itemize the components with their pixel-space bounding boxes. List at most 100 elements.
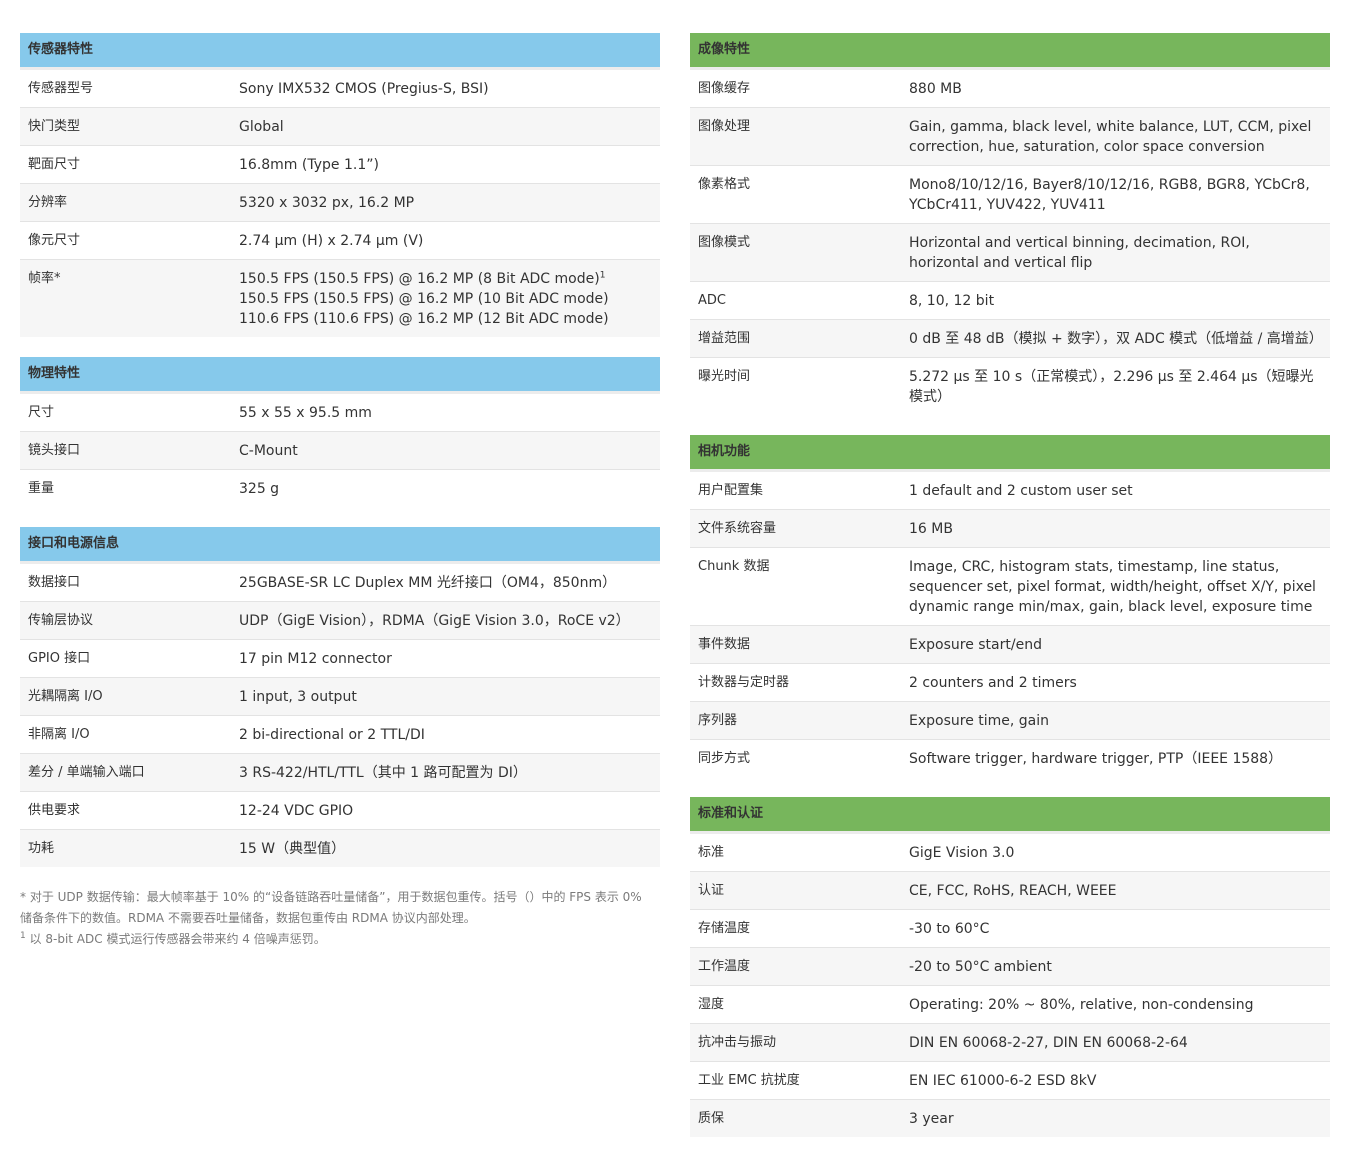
spec-row: 同步方式 Software trigger, hardware trigger, … bbox=[690, 740, 1330, 777]
spec-row: 文件系统容量 16 MB bbox=[690, 510, 1330, 548]
spec-label: 快门类型 bbox=[28, 119, 81, 134]
section-physical: 物理特性 尺寸 55 x 55 x 95.5 mm 镜头接口 C-Mount 重量 3… bbox=[20, 357, 660, 507]
spec-row-framerate: 帧率* 150.5 FPS (150.5 FPS) @ 16.2 MP (8 B… bbox=[20, 260, 660, 337]
spec-label: 光耦隔离 I/O bbox=[28, 689, 103, 704]
spec-label: 数据接口 bbox=[28, 575, 81, 590]
spec-value: 16.8mm (Type 1.1”) bbox=[239, 157, 379, 173]
spec-label: 镜头接口 bbox=[28, 443, 81, 458]
spec-label: 尺寸 bbox=[28, 405, 55, 420]
section-title: 成像特性 bbox=[690, 33, 1330, 70]
spec-value: 16 MB bbox=[909, 521, 953, 537]
spec-label: 质保 bbox=[698, 1111, 725, 1126]
spec-row: 标准 GigE Vision 3.0 bbox=[690, 834, 1330, 872]
spec-row: 计数器与定时器 2 counters and 2 timers bbox=[690, 664, 1330, 702]
spec-row: 传输层协议 UDP（GigE Vision），RDMA（GigE Vision 3… bbox=[20, 602, 660, 640]
spec-value: Image, CRC, histogram stats, timestamp, … bbox=[909, 559, 1316, 615]
spec-row: 差分 / 单端输入端口 3 RS-422/HTL/TTL（其中 1 路可配置为 D… bbox=[20, 754, 660, 792]
left-column: 传感器特性 传感器型号 Sony IMX532 CMOS (Pregius-S, … bbox=[20, 33, 660, 950]
spec-value: 3 RS-422/HTL/TTL（其中 1 路可配置为 DI） bbox=[239, 765, 527, 781]
section-title: 相机功能 bbox=[690, 435, 1330, 472]
spec-label: GPIO 接口 bbox=[28, 651, 91, 666]
spec-label: 湿度 bbox=[698, 997, 725, 1012]
spec-row: ADC 8, 10, 12 bit bbox=[690, 282, 1330, 320]
spec-label: 图像模式 bbox=[698, 235, 751, 250]
spec-value: 8, 10, 12 bit bbox=[909, 293, 995, 309]
footnote-marker: 1 bbox=[599, 270, 606, 281]
spec-label: 认证 bbox=[698, 883, 725, 898]
spec-row: 快门类型 Global bbox=[20, 108, 660, 146]
spec-row: 像元尺寸 2.74 µm (H) x 2.74 µm (V) bbox=[20, 222, 660, 260]
spec-row: 曝光时间 5.272 µs 至 10 s（正常模式），2.296 µs 至 2.4… bbox=[690, 358, 1330, 415]
spec-label: 帧率* bbox=[28, 271, 61, 286]
spec-row: 功耗 15 W（典型值） bbox=[20, 830, 660, 867]
spec-value: 1 default and 2 custom user set bbox=[909, 483, 1133, 499]
spec-label: 传输层协议 bbox=[28, 613, 94, 628]
spec-label: 文件系统容量 bbox=[698, 521, 777, 536]
spec-value: GigE Vision 3.0 bbox=[909, 845, 1015, 861]
spec-row: 像素格式 Mono8/10/12/16, Bayer8/10/12/16, RGB… bbox=[690, 166, 1330, 224]
spec-row: 质保 3 year bbox=[690, 1100, 1330, 1137]
spec-table: 标准 GigE Vision 3.0 认证 CE, FCC, RoHS, REACH… bbox=[690, 834, 1330, 1137]
spec-label: 重量 bbox=[28, 481, 55, 496]
spec-value: Operating: 20% ~ 80%, relative, non-cond… bbox=[909, 997, 1254, 1013]
spec-value: 25GBASE-SR LC Duplex MM 光纤接口（OM4，850nm） bbox=[239, 575, 617, 591]
spec-value: UDP（GigE Vision），RDMA（GigE Vision 3.0，Ro… bbox=[239, 613, 630, 629]
spec-label: 事件数据 bbox=[698, 637, 751, 652]
footnote-adc-text: 以 8-bit ADC 模式运行传感器会带来约 4 倍噪声惩罚。 bbox=[25, 932, 326, 946]
spec-label: 工业 EMC 抗扰度 bbox=[698, 1073, 800, 1088]
spec-value: 0 dB 至 48 dB（模拟 + 数字），双 ADC 模式（低增益 / 高增益… bbox=[909, 331, 1323, 347]
spec-label: 抗冲击与振动 bbox=[698, 1035, 777, 1050]
spec-row: 抗冲击与振动 DIN EN 60068-2-27, DIN EN 60068-2-… bbox=[690, 1024, 1330, 1062]
spec-label: 分辨率 bbox=[28, 195, 68, 210]
spec-label: ADC bbox=[698, 293, 726, 308]
spec-row: 工作温度 -20 to 50°C ambient bbox=[690, 948, 1330, 986]
spec-value: Exposure time, gain bbox=[909, 713, 1050, 729]
spec-label: 传感器型号 bbox=[28, 81, 94, 96]
framerate-line: 150.5 FPS (150.5 FPS) @ 16.2 MP (8 Bit A… bbox=[239, 269, 650, 289]
spec-label: Chunk 数据 bbox=[698, 559, 770, 574]
spec-row: 序列器 Exposure time, gain bbox=[690, 702, 1330, 740]
spec-value: 325 g bbox=[239, 481, 280, 497]
spec-row: 尺寸 55 x 55 x 95.5 mm bbox=[20, 394, 660, 432]
spec-row: 图像处理 Gain, gamma, black level, white bala… bbox=[690, 108, 1330, 166]
spec-value: 2 counters and 2 timers bbox=[909, 675, 1077, 691]
spec-label: 用户配置集 bbox=[698, 483, 764, 498]
spec-value: Mono8/10/12/16, Bayer8/10/12/16, RGB8, B… bbox=[909, 177, 1310, 213]
spec-value: 150.5 FPS (150.5 FPS) @ 16.2 MP (8 Bit A… bbox=[239, 269, 660, 329]
section-title: 传感器特性 bbox=[20, 33, 660, 70]
spec-row: 事件数据 Exposure start/end bbox=[690, 626, 1330, 664]
spec-label: 差分 / 单端输入端口 bbox=[28, 765, 145, 780]
spec-label: 存储温度 bbox=[698, 921, 751, 936]
spec-value: 12-24 VDC GPIO bbox=[239, 803, 354, 819]
spec-row: 靶面尺寸 16.8mm (Type 1.1”) bbox=[20, 146, 660, 184]
spec-value: -30 to 60°C bbox=[909, 921, 990, 937]
spec-label: 像元尺寸 bbox=[28, 233, 81, 248]
spec-label: 非隔离 I/O bbox=[28, 727, 90, 742]
spec-value: 2 bi-directional or 2 TTL/DI bbox=[239, 727, 425, 743]
spec-row: 工业 EMC 抗扰度 EN IEC 61000-6-2 ESD 8kV bbox=[690, 1062, 1330, 1100]
framerate-line: 150.5 FPS (150.5 FPS) @ 16.2 MP (10 Bit … bbox=[239, 291, 609, 307]
spec-label: 图像处理 bbox=[698, 119, 751, 134]
footnotes: * 对于 UDP 数据传输：最大帧率基于 10% 的“设备链路吞吐量储备”，用于… bbox=[20, 887, 660, 950]
spec-row: 镜头接口 C-Mount bbox=[20, 432, 660, 470]
spec-row: 增益范围 0 dB 至 48 dB（模拟 + 数字），双 ADC 模式（低增益 /… bbox=[690, 320, 1330, 358]
spec-value: EN IEC 61000-6-2 ESD 8kV bbox=[909, 1073, 1097, 1089]
spec-value: 880 MB bbox=[909, 81, 962, 97]
spec-label: 增益范围 bbox=[698, 331, 751, 346]
section-standards: 标准和认证 标准 GigE Vision 3.0 认证 CE, FCC, RoHS,… bbox=[690, 797, 1330, 1137]
spec-row: 存储温度 -30 to 60°C bbox=[690, 910, 1330, 948]
spec-table: 用户配置集 1 default and 2 custom user set 文件系… bbox=[690, 472, 1330, 777]
spec-label: 标准 bbox=[698, 845, 725, 860]
spec-value: 3 year bbox=[909, 1111, 954, 1127]
spec-row: 湿度 Operating: 20% ~ 80%, relative, non-co… bbox=[690, 986, 1330, 1024]
spec-label: 曝光时间 bbox=[698, 369, 751, 384]
spec-row: 传感器型号 Sony IMX532 CMOS (Pregius-S, BSI) bbox=[20, 70, 660, 108]
spec-row: 分辨率 5320 x 3032 px, 16.2 MP bbox=[20, 184, 660, 222]
section-interface-power: 接口和电源信息 数据接口 25GBASE-SR LC Duplex MM 光纤接口… bbox=[20, 527, 660, 867]
spec-row: 图像缓存 880 MB bbox=[690, 70, 1330, 108]
spec-row: Chunk 数据 Image, CRC, histogram stats, tim… bbox=[690, 548, 1330, 626]
spec-row: 供电要求 12-24 VDC GPIO bbox=[20, 792, 660, 830]
spec-value: 15 W（典型值） bbox=[239, 841, 346, 857]
spec-value: CE, FCC, RoHS, REACH, WEEE bbox=[909, 883, 1117, 899]
spec-label: 供电要求 bbox=[28, 803, 81, 818]
